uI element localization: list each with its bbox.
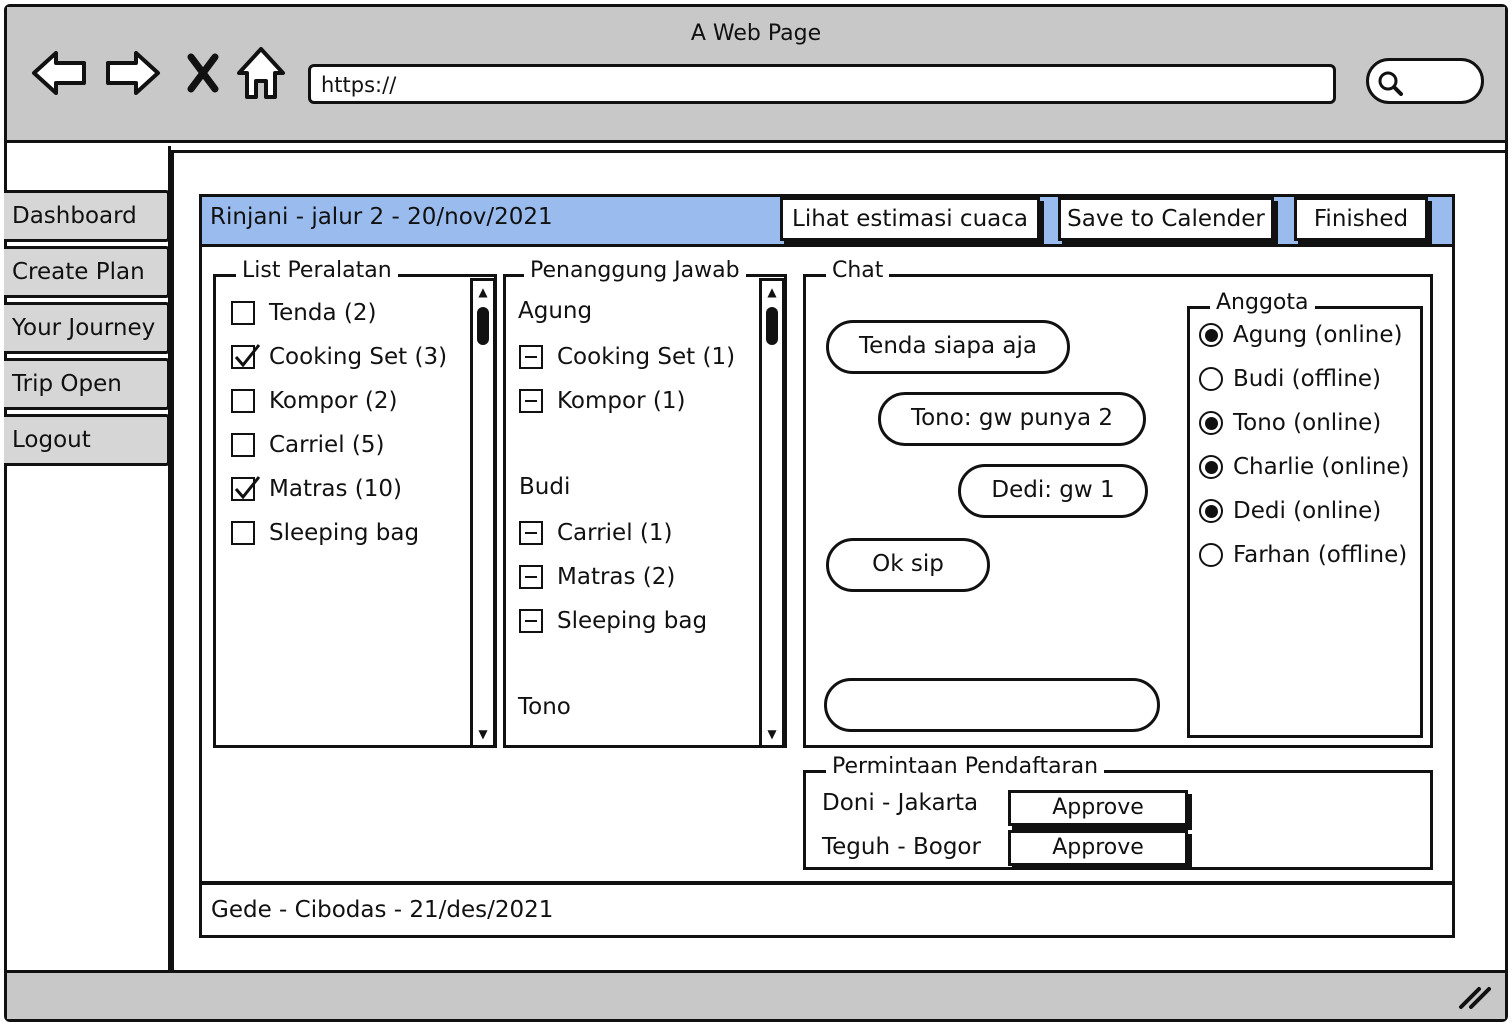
sidebar-item-create-plan[interactable]: Create Plan: [4, 246, 170, 298]
search-icon: [1378, 71, 1403, 96]
status-bar: [7, 970, 1505, 1019]
checkbox-indeterminate[interactable]: [519, 609, 543, 633]
home-icon[interactable]: [232, 44, 290, 102]
chat-message: Tenda siapa aja: [826, 320, 1070, 374]
list-item[interactable]: Matras (10): [231, 476, 402, 502]
list-item[interactable]: Cooking Set (3): [231, 344, 447, 370]
weather-button[interactable]: Lihat estimasi cuaca: [780, 197, 1040, 241]
member-item[interactable]: Farhan (offline): [1199, 542, 1407, 568]
checkbox[interactable]: [231, 389, 255, 413]
list-item[interactable]: Cooking Set (1): [519, 344, 735, 370]
checkbox-checked[interactable]: [231, 344, 261, 369]
member-label: Agung (online): [1233, 322, 1403, 348]
status-radio[interactable]: [1199, 499, 1223, 523]
checkbox-indeterminate[interactable]: [519, 565, 543, 589]
status-radio[interactable]: [1199, 411, 1223, 435]
responsible-item-label: Matras (2): [557, 564, 676, 590]
responsible-item-label: Carriel (1): [557, 520, 673, 546]
checkbox-indeterminate[interactable]: [519, 345, 543, 369]
equipment-label: Sleeping bag: [269, 520, 420, 546]
sidebar-item-your-journey[interactable]: Your Journey: [4, 302, 170, 354]
search-input[interactable]: [1366, 58, 1484, 104]
trip-title[interactable]: Rinjani - jalur 2 - 20/nov/2021: [210, 204, 553, 230]
save-to-calendar-button[interactable]: Save to Calender: [1058, 197, 1274, 241]
chat-message: Dedi: gw 1: [958, 464, 1148, 518]
window-title: A Web Page: [690, 21, 822, 46]
approve-button[interactable]: Approve: [1008, 830, 1188, 866]
chat-input[interactable]: [824, 678, 1160, 732]
responsible-item-label: Cooking Set (1): [557, 344, 736, 370]
equipment-label: Tenda (2): [269, 300, 377, 326]
resize-grip-icon[interactable]: [1457, 985, 1491, 1011]
responsible-item-label: Kompor (1): [557, 388, 686, 414]
member-item[interactable]: Agung (online): [1199, 322, 1403, 348]
responsible-title: Penanggung Jawab: [524, 258, 746, 283]
list-item[interactable]: Kompor (2): [231, 388, 397, 414]
responsible-group-name: Agung: [518, 298, 593, 324]
url-input[interactable]: https://: [308, 64, 1336, 104]
status-radio[interactable]: [1199, 543, 1223, 567]
scroll-up-icon[interactable]: ▲: [473, 283, 493, 301]
member-item[interactable]: Budi (offline): [1199, 366, 1381, 392]
list-item[interactable]: Tenda (2): [231, 300, 376, 326]
scroll-down-icon[interactable]: ▼: [762, 725, 782, 743]
chat-message: Ok sip: [826, 538, 990, 592]
checkbox[interactable]: [231, 301, 255, 325]
responsible-item-label: Sleeping bag: [557, 608, 708, 634]
member-label: Dedi (online): [1233, 498, 1382, 524]
list-item[interactable]: Carriel (1): [519, 520, 672, 546]
scroll-down-icon[interactable]: ▼: [473, 725, 493, 743]
requests-title: Permintaan Pendaftaran: [826, 754, 1105, 779]
close-icon[interactable]: [174, 44, 232, 102]
chat-message: Tono: gw punya 2: [878, 392, 1146, 446]
member-label: Farhan (offline): [1233, 542, 1408, 568]
arrow-left-icon[interactable]: [30, 44, 88, 102]
status-radio[interactable]: [1199, 455, 1223, 479]
equipment-title: List Peralatan: [236, 258, 398, 283]
list-item[interactable]: Matras (2): [519, 564, 675, 590]
responsible-scrollbar[interactable]: ▲ ▼: [759, 278, 785, 748]
request-label: Teguh - Bogor: [822, 834, 981, 860]
equipment-label: Carriel (5): [269, 432, 385, 458]
arrow-right-icon[interactable]: [104, 44, 162, 102]
list-item[interactable]: Sleeping bag: [231, 520, 419, 546]
checkbox-checked[interactable]: [231, 476, 261, 501]
member-label: Budi (offline): [1233, 366, 1382, 392]
sidebar-item-logout[interactable]: Logout: [4, 414, 170, 466]
member-item[interactable]: Tono (online): [1199, 410, 1381, 436]
member-label: Charlie (online): [1233, 454, 1410, 480]
check-icon: [234, 344, 261, 368]
list-item[interactable]: Sleeping bag: [519, 608, 707, 634]
sidebar-item-trip-open[interactable]: Trip Open: [4, 358, 170, 410]
member-item[interactable]: Dedi (online): [1199, 498, 1381, 524]
list-item[interactable]: Carriel (5): [231, 432, 384, 458]
finished-button[interactable]: Finished: [1294, 197, 1428, 241]
checkbox-indeterminate[interactable]: [519, 389, 543, 413]
approve-button[interactable]: Approve: [1008, 790, 1188, 826]
equipment-label: Cooking Set (3): [269, 344, 448, 370]
equipment-scrollbar[interactable]: ▲ ▼: [470, 278, 496, 748]
request-label: Doni - Jakarta: [822, 790, 979, 816]
check-icon: [234, 476, 261, 500]
status-radio[interactable]: [1199, 323, 1223, 347]
member-label: Tono (online): [1233, 410, 1382, 436]
responsible-group-name: Budi: [519, 474, 571, 500]
equipment-label: Matras (10): [269, 476, 403, 502]
sidebar-item-dashboard[interactable]: Dashboard: [4, 190, 170, 242]
checkbox[interactable]: [231, 433, 255, 457]
trip-row[interactable]: Gede - Cibodas - 21/des/2021: [199, 882, 1455, 938]
checkbox[interactable]: [231, 521, 255, 545]
scroll-thumb[interactable]: [766, 307, 778, 345]
scroll-thumb[interactable]: [477, 307, 489, 345]
status-radio[interactable]: [1199, 367, 1223, 391]
checkbox-indeterminate[interactable]: [519, 521, 543, 545]
list-item[interactable]: Kompor (1): [519, 388, 685, 414]
member-item[interactable]: Charlie (online): [1199, 454, 1410, 480]
members-title: Anggota: [1210, 290, 1315, 315]
chat-title: Chat: [826, 258, 890, 283]
responsible-group-name: Tono: [518, 694, 571, 720]
scroll-up-icon[interactable]: ▲: [762, 283, 782, 301]
equipment-label: Kompor (2): [269, 388, 398, 414]
